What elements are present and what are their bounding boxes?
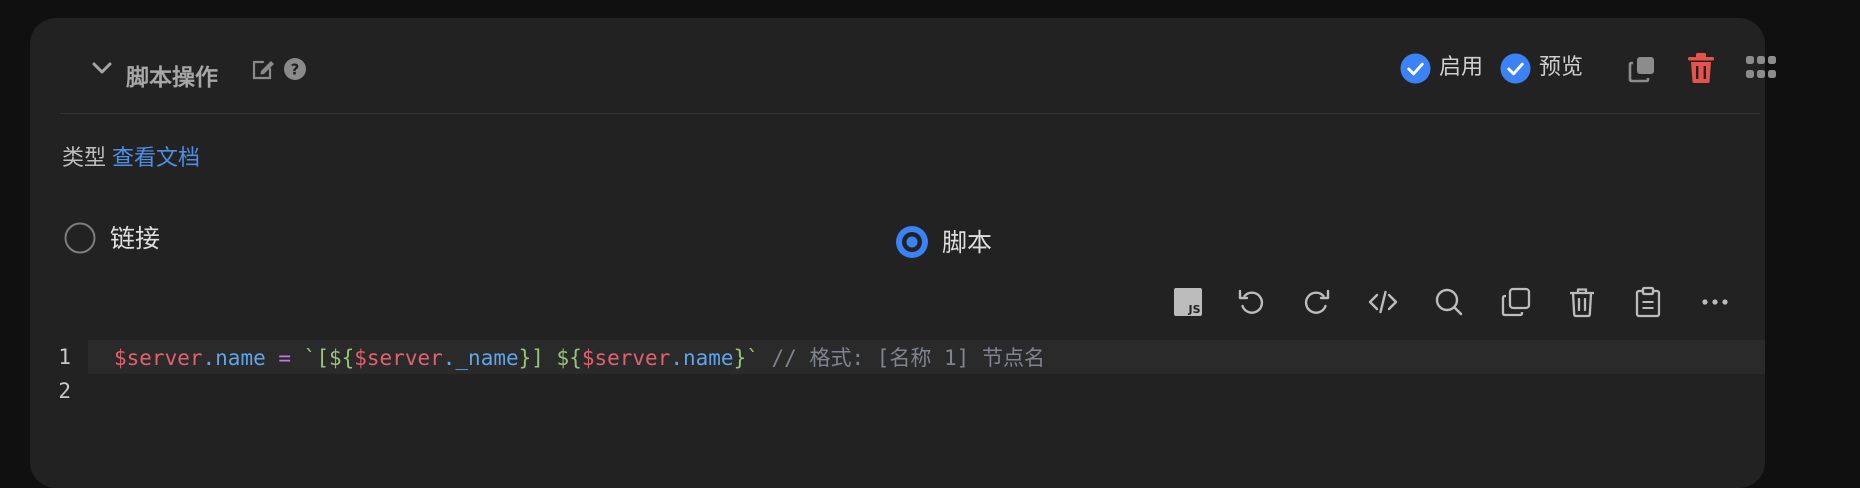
radio-link[interactable]: 链接 <box>64 222 160 254</box>
line-number: 1 <box>58 345 71 369</box>
view-docs-link[interactable]: 查看文档 <box>112 146 200 171</box>
edit-icon[interactable] <box>250 56 276 82</box>
type-label: 类型 <box>62 146 107 171</box>
help-icon[interactable]: ? <box>282 56 308 82</box>
radio-script[interactable]: 脚本 <box>896 226 992 258</box>
code-token-variable: $server <box>114 346 203 370</box>
chevron-down-icon[interactable] <box>90 56 114 80</box>
line-number: 2 <box>58 379 71 403</box>
code-token-property: ._name <box>442 346 519 370</box>
preview-checkbox[interactable]: 预览 <box>1500 52 1583 84</box>
trash-icon[interactable] <box>1686 52 1716 84</box>
code-token-string: }` <box>733 346 759 370</box>
copy-icon[interactable] <box>1627 54 1657 84</box>
svg-text:JS: JS <box>1187 303 1200 316</box>
code-token-property: .name <box>670 346 734 370</box>
redo-icon[interactable] <box>1301 286 1333 318</box>
check-circle-icon <box>1500 52 1531 84</box>
panel-header: 脚本操作 ? 启用 预览 <box>60 18 1776 114</box>
code-token-operator: = <box>265 346 304 370</box>
code-token-property: .name <box>202 346 266 370</box>
enable-label: 启用 <box>1439 55 1484 80</box>
code-line[interactable]: 2 <box>30 374 1765 408</box>
code-token-variable: $server <box>354 346 443 370</box>
editor-toolbar: JS <box>30 286 1765 322</box>
paste-icon[interactable] <box>1632 286 1664 318</box>
code-line[interactable]: 1 $server.name = `[${$server._name}] ${$… <box>58 340 1765 374</box>
svg-text:?: ? <box>291 61 300 79</box>
code-token-string: `[${ <box>303 346 355 370</box>
code-token-comment: // 格式: [名称 1] 节点名 <box>758 346 1045 370</box>
code-token-string: }] ${ <box>518 346 582 370</box>
preview-label: 预览 <box>1539 55 1584 80</box>
radio-unchecked-icon <box>64 222 96 254</box>
copy-icon[interactable] <box>1500 286 1532 318</box>
script-action-panel: 脚本操作 ? 启用 预览 类型 查看文档 链接 脚本 JS 1 $server.… <box>30 18 1776 488</box>
code-content[interactable]: $server.name = `[${$server._name}] ${$se… <box>114 342 1045 372</box>
code-format-icon[interactable] <box>1367 286 1399 318</box>
radio-link-label: 链接 <box>110 223 161 253</box>
code-editor[interactable]: 1 $server.name = `[${$server._name}] ${$… <box>30 340 1765 408</box>
radio-checked-icon <box>896 226 928 258</box>
radio-script-label: 脚本 <box>942 227 993 257</box>
js-icon[interactable]: JS <box>1172 286 1204 318</box>
panel-title: 脚本操作 <box>126 65 218 91</box>
delete-icon[interactable] <box>1566 286 1598 318</box>
drag-handle-icon[interactable] <box>1746 56 1776 80</box>
type-row: 类型 查看文档 <box>62 148 200 170</box>
more-icon[interactable] <box>1699 286 1731 318</box>
undo-icon[interactable] <box>1235 286 1267 318</box>
check-circle-icon <box>1400 52 1431 84</box>
code-token-variable: $server <box>581 346 671 370</box>
search-icon[interactable] <box>1433 286 1465 318</box>
enable-checkbox[interactable]: 启用 <box>1400 52 1483 84</box>
